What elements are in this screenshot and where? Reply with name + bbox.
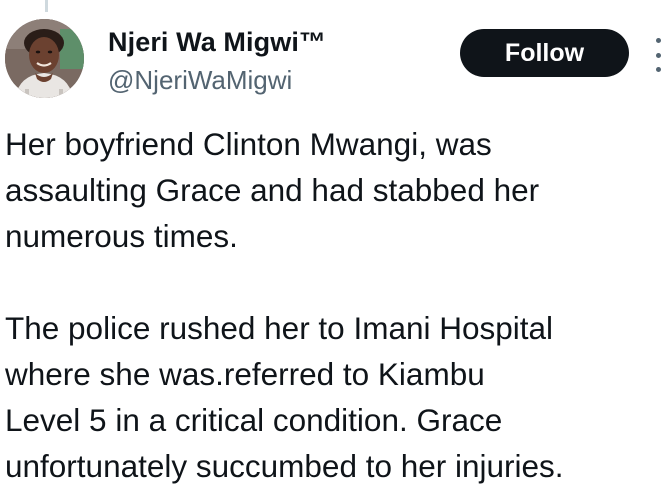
- dot: [655, 38, 661, 43]
- tweet-text-line: numerous times.: [5, 218, 238, 254]
- thread-connector-line: [45, 0, 48, 12]
- tweet-text: Her boyfriend Clinton Mwangi, was assaul…: [5, 121, 661, 489]
- dot: [655, 67, 661, 72]
- profile-photo-icon: [5, 19, 84, 98]
- tweet-text-line: The police rushed her to Imani Hospital: [5, 310, 554, 346]
- more-options-icon[interactable]: [651, 38, 665, 72]
- tweet-text-line: where she was.referred to Kiambu: [5, 356, 485, 392]
- tweet-text-line: Level 5 in a critical condition. Grace: [5, 402, 503, 438]
- author-handle[interactable]: @NjeriWaMigwi: [108, 65, 292, 96]
- dot: [655, 52, 661, 58]
- tweet-text-line: assaulting Grace and had stabbed her: [5, 172, 540, 208]
- tweet-card: Njeri Wa Migwi™ @NjeriWaMigwi Follow Her…: [0, 0, 665, 492]
- tweet-text-line: Her boyfriend Clinton Mwangi, was: [5, 126, 492, 162]
- author-display-name[interactable]: Njeri Wa Migwi™: [108, 27, 326, 58]
- tweet-text-line: unfortunately succumbed to her injuries.: [5, 448, 564, 484]
- avatar[interactable]: [5, 19, 84, 98]
- follow-button[interactable]: Follow: [460, 29, 629, 77]
